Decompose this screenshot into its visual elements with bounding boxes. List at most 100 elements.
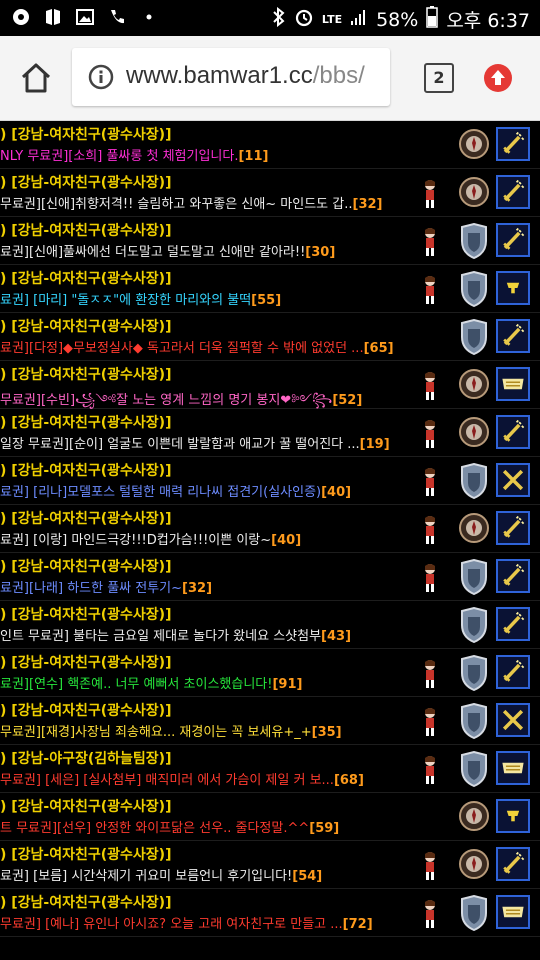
post-row[interactable]: ) [강남-여자친구(광수사장)] 료권][다정]◆무보정실사◆ 독고라서 더욱 … [0,313,540,361]
post-title-line[interactable]: 료권][연수] 핵존예.. 너무 예뻐서 초이스했습니다![91] [0,673,410,692]
post-title[interactable]: 료권] [이랑] 마인드극강!!!D컵가슴!!!이쁜 이랑~ [0,533,271,548]
sword-badge-icon [496,223,530,257]
post-author[interactable]: ) [강남-여자친구(광수사장)] [0,268,171,288]
post-title[interactable]: 무료권][수빈]꧁༺잘 노는 영계 느낌의 명기 봉지❤༻꧂ [0,393,332,408]
post-row[interactable]: ) [강남-여자친구(광수사장)] 료권] [보름] 시간삭제기 귀요미 보름언니… [0,841,540,889]
post-row[interactable]: ) [강남-여자친구(광수사장)] 무료권][수빈]꧁༺잘 노는 영계 느낌의 명… [0,361,540,409]
post-author[interactable]: ) [강남-여자친구(광수사장)] [0,172,171,192]
post-row[interactable]: ) [강남-여자친구(광수사장)] 인트 무료권] 불타는 금요일 제대로 놀다가… [0,601,540,649]
sword-badge-icon [496,175,530,209]
post-title-line[interactable]: 무료권] [세은] [실사첨부] 매직미러 에서 가슴이 제일 커 보...[6… [0,769,410,788]
post-title-line[interactable]: 료권][신애]풀싸에선 더도말고 덜도말고 신애만 같아라!![30] [0,241,410,260]
post-row[interactable]: ) [강남-여자친구(광수사장)] 트 무료권][선우] 안정한 와이프닮은 선우… [0,793,540,841]
post-author[interactable]: ) [강남-여자친구(광수사장)] [0,604,171,624]
post-title-line[interactable]: 인트 무료권] 불타는 금요일 제대로 놀다가 왔네요 스샷첨부[43] [0,625,410,644]
character-icon [420,179,440,209]
post-row[interactable]: ) [강남-여자친구(광수사장)] 료권][나래] 하드한 풀싸 전투기~[32] [0,553,540,601]
shield-icon [460,222,488,260]
post-title-line[interactable]: 료권] [리나]모델포스 털털한 매력 리나씨 접견기(실사인증)[40] [0,481,410,500]
tab-switcher-button[interactable]: 2 [424,63,454,93]
bluetooth-icon [272,6,286,32]
post-author[interactable]: ) [강남-여자친구(광수사장)] [0,508,171,528]
post-author[interactable]: ) [강남-여자친구(광수사장)] [0,316,171,336]
info-icon[interactable] [88,64,114,90]
post-title-line[interactable]: 트 무료권][선우] 안정한 와이프닮은 선우.. 줄다정말.^^[59] [0,817,410,836]
post-author[interactable]: ) [강남-여자친구(광수사장)] [0,412,171,432]
post-row[interactable]: ) [강남-여자친구(광수사장)] 무료권] [예나] 유인나 아시죠? 오늘 고… [0,889,540,937]
post-title[interactable]: 료권] [리나]모델포스 털털한 매력 리나씨 접견기(실사인증) [0,485,321,500]
post-title[interactable]: 트 무료권][선우] 안정한 와이프닮은 선우.. 줄다정말.^^ [0,821,309,836]
comment-count: [32] [182,581,213,596]
medal-icon [458,176,490,208]
post-row[interactable]: ) [강남-야구장(김하늘팀장)] 무료권] [세은] [실사첨부] 매직미러 에… [0,745,540,793]
post-author[interactable]: ) [강남-여자친구(광수사장)] [0,892,171,912]
post-author[interactable]: ) [강남-여자친구(광수사장)] [0,124,171,144]
post-title-line[interactable]: 료권][다정]◆무보정실사◆ 독고라서 더욱 질퍽할 수 밖에 없었던 ...[… [0,337,410,356]
comment-count: [91] [272,677,303,692]
post-title[interactable]: 무료권] [세은] [실사첨부] 매직미러 에서 가슴이 제일 커 보... [0,773,334,788]
post-title[interactable]: 인트 무료권] 불타는 금요일 제대로 놀다가 왔네요 스샷첨부 [0,629,321,644]
post-title-line[interactable]: 료권][나래] 하드한 풀싸 전투기~[32] [0,577,410,596]
crown-badge-icon [496,895,530,929]
post-author[interactable]: ) [강남-여자친구(광수사장)] [0,364,171,384]
post-title[interactable]: 료권][연수] 핵존예.. 너무 예뻐서 초이스했습니다! [0,677,272,692]
address-bar[interactable]: www.bamwar1.cc/bbs/ [72,48,390,106]
url-text[interactable]: www.bamwar1.cc/bbs/ [126,62,365,90]
post-author[interactable]: ) [강남-여자친구(광수사장)] [0,700,171,720]
shield-icon [460,654,488,692]
cross-badge-icon [496,703,530,737]
url-path: /bbs/ [312,62,365,89]
post-title[interactable]: 일장 무료권][순이] 얼굴도 이쁜데 발랄함과 애교가 꿀 떨어진다 ... [0,437,360,452]
upload-button[interactable] [484,64,512,92]
post-author[interactable]: ) [강남-여자친구(광수사장)] [0,556,171,576]
comment-count: [32] [352,197,383,212]
comment-count: [59] [309,821,340,836]
post-title-line[interactable]: 무료권] [예나] 유인나 아시죠? 오늘 고래 여자친구로 만들고 ...[7… [0,913,410,932]
comment-count: [11] [238,149,269,164]
comment-count: [54] [292,869,323,884]
post-title-line[interactable]: 무료권][재경]사장님 죄송해요... 재경이는 꼭 보세유+_+[35] [0,721,410,740]
sword-badge-icon [496,319,530,353]
post-row[interactable]: ) [강남-여자친구(광수사장)] 료권] [이랑] 마인드극강!!!D컵가슴!!… [0,505,540,553]
home-button[interactable] [18,60,54,96]
post-row[interactable]: ) [강남-여자친구(광수사장)] 료권][신애]풀싸에선 더도말고 덜도말고 신… [0,217,540,265]
shield-icon [460,606,488,644]
phone-icon [106,6,128,28]
cross-badge-icon [496,463,530,497]
post-row[interactable]: ) [강남-여자친구(광수사장)] 일장 무료권][순이] 얼굴도 이쁜데 발랄함… [0,409,540,457]
post-title-line[interactable]: 료권] [마리] "돌ㅈㅈ"에 환장한 마리와의 불떡[55] [0,289,410,308]
post-title-line[interactable]: 료권] [이랑] 마인드극강!!!D컵가슴!!!이쁜 이랑~[40] [0,529,410,548]
post-title-line[interactable]: 무료권][신애]취향저격!! 슬림하고 와꾸좋은 신애~ 마인드도 갑..[32… [0,193,410,212]
post-row[interactable]: ) [강남-여자친구(광수사장)] 무료권][신애]취향저격!! 슬림하고 와꾸좋… [0,169,540,217]
post-row[interactable]: ) [강남-여자친구(광수사장)] 무료권][재경]사장님 죄송해요... 재경이… [0,697,540,745]
post-title-line[interactable]: NLY 무료권][소희] 풀싸롱 첫 체험기입니다.[11] [0,145,410,164]
post-title[interactable]: 료권][나래] 하드한 풀싸 전투기~ [0,581,182,596]
post-author[interactable]: ) [강남-여자친구(광수사장)] [0,844,171,864]
post-author[interactable]: ) [강남-야구장(김하늘팀장)] [0,748,171,768]
shield-icon [460,558,488,596]
browser-toolbar: www.bamwar1.cc/bbs/ 2 [0,36,540,121]
character-icon [420,899,440,929]
post-author[interactable]: ) [강남-여자친구(광수사장)] [0,796,171,816]
post-author[interactable]: ) [강남-여자친구(광수사장)] [0,220,171,240]
crown-badge-icon [496,751,530,785]
post-title[interactable]: 료권][다정]◆무보정실사◆ 독고라서 더욱 질퍽할 수 밖에 없었던 ... [0,341,364,356]
post-title[interactable]: 료권] [보름] 시간삭제기 귀요미 보름언니 후기입니다! [0,869,292,884]
comment-count: [43] [321,629,352,644]
post-title[interactable]: 무료권] [예나] 유인나 아시죠? 오늘 고래 여자친구로 만들고 ... [0,917,343,932]
post-row[interactable]: ) [강남-여자친구(광수사장)] 료권] [리나]모델포스 털털한 매력 리나씨… [0,457,540,505]
post-row[interactable]: ) [강남-여자친구(광수사장)] 료권][연수] 핵존예.. 너무 예뻐서 초이… [0,649,540,697]
home-icon [21,63,51,93]
post-title[interactable]: NLY 무료권][소희] 풀싸롱 첫 체험기입니다. [0,149,238,164]
post-author[interactable]: ) [강남-여자친구(광수사장)] [0,652,171,672]
post-title-line[interactable]: 료권] [보름] 시간삭제기 귀요미 보름언니 후기입니다![54] [0,865,410,884]
post-row[interactable]: ) [강남-여자친구(광수사장)] NLY 무료권][소희] 풀싸롱 첫 체험기입… [0,121,540,169]
post-title[interactable]: 료권] [마리] "돌ㅈㅈ"에 환장한 마리와의 불떡 [0,293,251,308]
sword-badge-icon [496,847,530,881]
post-title[interactable]: 료권][신애]풀싸에선 더도말고 덜도말고 신애만 같아라!! [0,245,305,260]
post-title[interactable]: 무료권][재경]사장님 죄송해요... 재경이는 꼭 보세유+_+ [0,725,312,740]
post-author[interactable]: ) [강남-여자친구(광수사장)] [0,460,171,480]
post-title[interactable]: 무료권][신애]취향저격!! 슬림하고 와꾸좋은 신애~ 마인드도 갑.. [0,197,353,212]
post-row[interactable]: ) [강남-여자친구(광수사장)] 료권] [마리] "돌ㅈㅈ"에 환장한 마리와… [0,265,540,313]
post-title-line[interactable]: 일장 무료권][순이] 얼굴도 이쁜데 발랄함과 애교가 꿀 떨어진다 ...[… [0,433,410,452]
